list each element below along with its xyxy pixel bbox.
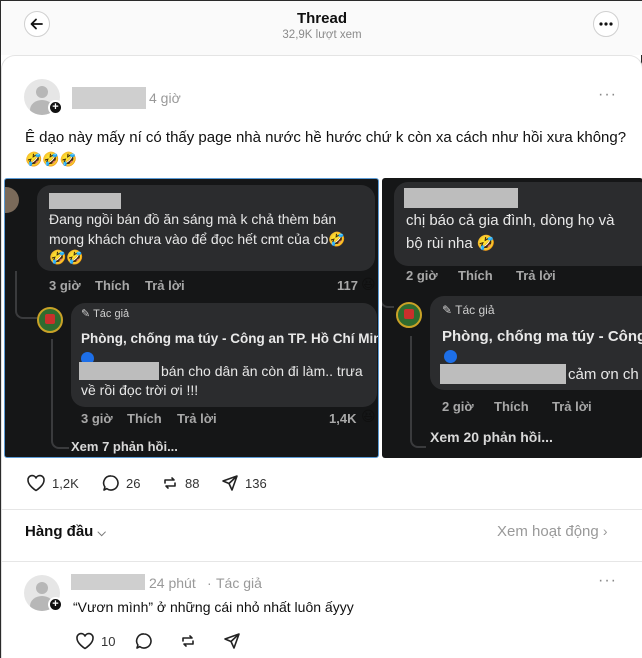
page-name: Phòng, chống ma túy - Công an TP. Hồ Chí…	[81, 331, 379, 346]
repost-count: 88	[185, 475, 200, 491]
redacted-mention	[440, 364, 566, 384]
redacted-username	[71, 574, 145, 590]
like-count: 1,2K	[52, 475, 79, 491]
comment-screenshot-1[interactable]: Đang ngồi bán đồ ăn sáng mà k chả thèm b…	[4, 178, 379, 458]
reply-line-1: bán cho dân ăn còn đi làm.. trưa	[161, 363, 363, 379]
page-title: Thread	[296, 10, 347, 27]
follow-plus-icon[interactable]: +	[48, 597, 63, 612]
reply-repost-button[interactable]	[179, 632, 203, 650]
reply-like: Thích	[494, 399, 529, 414]
divider	[2, 509, 642, 510]
repost-button[interactable]: 88	[161, 474, 199, 492]
follow-plus-icon[interactable]: +	[48, 100, 63, 115]
comment-time: 2 giờ	[406, 268, 438, 283]
reply-reply: Trả lời	[177, 411, 217, 426]
reply-line-2: về rồi đọc trời ơi !!!	[81, 382, 199, 398]
sort-label: Hàng đầu	[25, 523, 94, 540]
post-time: 4 giờ	[149, 90, 181, 106]
author-tag: ✎ Tác giả	[81, 308, 130, 320]
post-text: Ê dạo này mấy ní có thấy page nhà nước h…	[25, 129, 627, 146]
more-options-button[interactable]	[593, 11, 619, 37]
thread-connector	[410, 336, 426, 448]
send-icon	[222, 475, 238, 491]
reply-text: “Vươn mình” ở những cái nhỏ nhất luôn ấy…	[73, 599, 354, 615]
repost-icon	[182, 635, 194, 647]
reply-author-tag: Tác giả	[216, 575, 262, 591]
author-tag: ✎ Tác giả	[442, 303, 495, 317]
redacted-commenter	[404, 188, 518, 208]
divider	[2, 561, 642, 562]
post-emojis: 🤣🤣🤣	[25, 151, 78, 167]
share-button[interactable]: 136	[221, 474, 267, 492]
like-button[interactable]: 1,2K	[26, 474, 79, 492]
reply-like-button[interactable]: 10	[75, 632, 115, 650]
comment-time: 3 giờ	[49, 278, 81, 293]
comment-like: Thích	[458, 268, 493, 283]
comment-button[interactable]: 26	[102, 474, 140, 492]
comment-line-1: Đang ngồi bán đồ ăn sáng mà k chả thèm b…	[49, 211, 337, 227]
post-more-icon[interactable]: ···	[598, 86, 617, 104]
comment-reaction-count: 117	[337, 278, 358, 293]
reply-time: 24 phút	[149, 575, 196, 591]
laugh-emoji-icon: 😆	[361, 276, 376, 292]
send-icon	[224, 633, 240, 649]
redacted-mention	[79, 362, 159, 380]
window-frame: Thread 32,9K lượt xem + 4 giờ ··· Ê dạo …	[0, 0, 642, 658]
view-more-replies: Xem 20 phản hồi...	[430, 429, 553, 445]
thread-connector	[15, 271, 37, 319]
heart-icon	[76, 632, 94, 650]
comment-line-2: mong khách chưa vào để đọc hết cmt của c…	[49, 231, 346, 247]
comment-icon	[135, 633, 152, 649]
reply-reply: Trả lời	[552, 399, 592, 414]
reply-like-count: 10	[101, 633, 116, 649]
heart-icon	[27, 474, 45, 492]
comment-reply: Trả lời	[145, 278, 185, 293]
reply-comment-button[interactable]	[135, 632, 159, 650]
comment-screenshot-2[interactable]: chị báo cả gia đình, dòng họ và bộ rùi n…	[382, 178, 642, 458]
chevron-down-icon: ⌵	[97, 527, 106, 539]
view-activity-link[interactable]: Xem hoạt động ›	[497, 523, 608, 540]
laugh-emoji-icon: 😆	[361, 408, 376, 424]
page-logo	[396, 302, 422, 328]
reply-time: 2 giờ	[442, 399, 474, 414]
comment-reply: Trả lời	[516, 268, 556, 283]
comment-emoji: 🤣🤣	[49, 249, 84, 265]
activity-label: Xem hoạt động	[497, 523, 599, 540]
comment-like: Thích	[95, 278, 130, 293]
thread-connector	[382, 288, 394, 308]
comment-line-1: chị báo cả gia đình, dòng họ và	[406, 212, 615, 229]
page-logo	[37, 307, 63, 333]
reply-more-icon[interactable]: ···	[598, 572, 617, 590]
page-name: Phòng, chống ma túy - Công	[442, 328, 642, 345]
reply-line-1: cảm ơn ch	[568, 366, 639, 383]
share-count: 136	[245, 475, 267, 491]
reply-separator: ·	[207, 575, 212, 591]
view-count: 32,9K lượt xem	[282, 29, 362, 41]
redacted-commenter	[49, 193, 121, 209]
redacted-username	[72, 87, 146, 109]
comment-icon	[102, 475, 119, 491]
sort-dropdown[interactable]: Hàng đầu ⌵	[25, 523, 106, 540]
comment-line-2: bộ rùi nha 🤣	[406, 235, 496, 252]
repost-icon	[164, 477, 176, 489]
chevron-right-icon: ›	[602, 523, 608, 539]
reply-like: Thích	[127, 411, 162, 426]
reply-reaction-count: 1,4K	[329, 411, 357, 426]
reply-share-button[interactable]	[223, 632, 247, 650]
comment-count: 26	[126, 475, 141, 491]
commenter-avatar	[5, 187, 19, 213]
reply-time: 3 giờ	[81, 411, 113, 426]
thread-connector	[51, 339, 69, 449]
more-dots-icon	[599, 22, 613, 26]
top-bar: Thread 32,9K lượt xem	[1, 1, 642, 55]
view-more-replies: Xem 7 phản hồi...	[71, 439, 178, 454]
